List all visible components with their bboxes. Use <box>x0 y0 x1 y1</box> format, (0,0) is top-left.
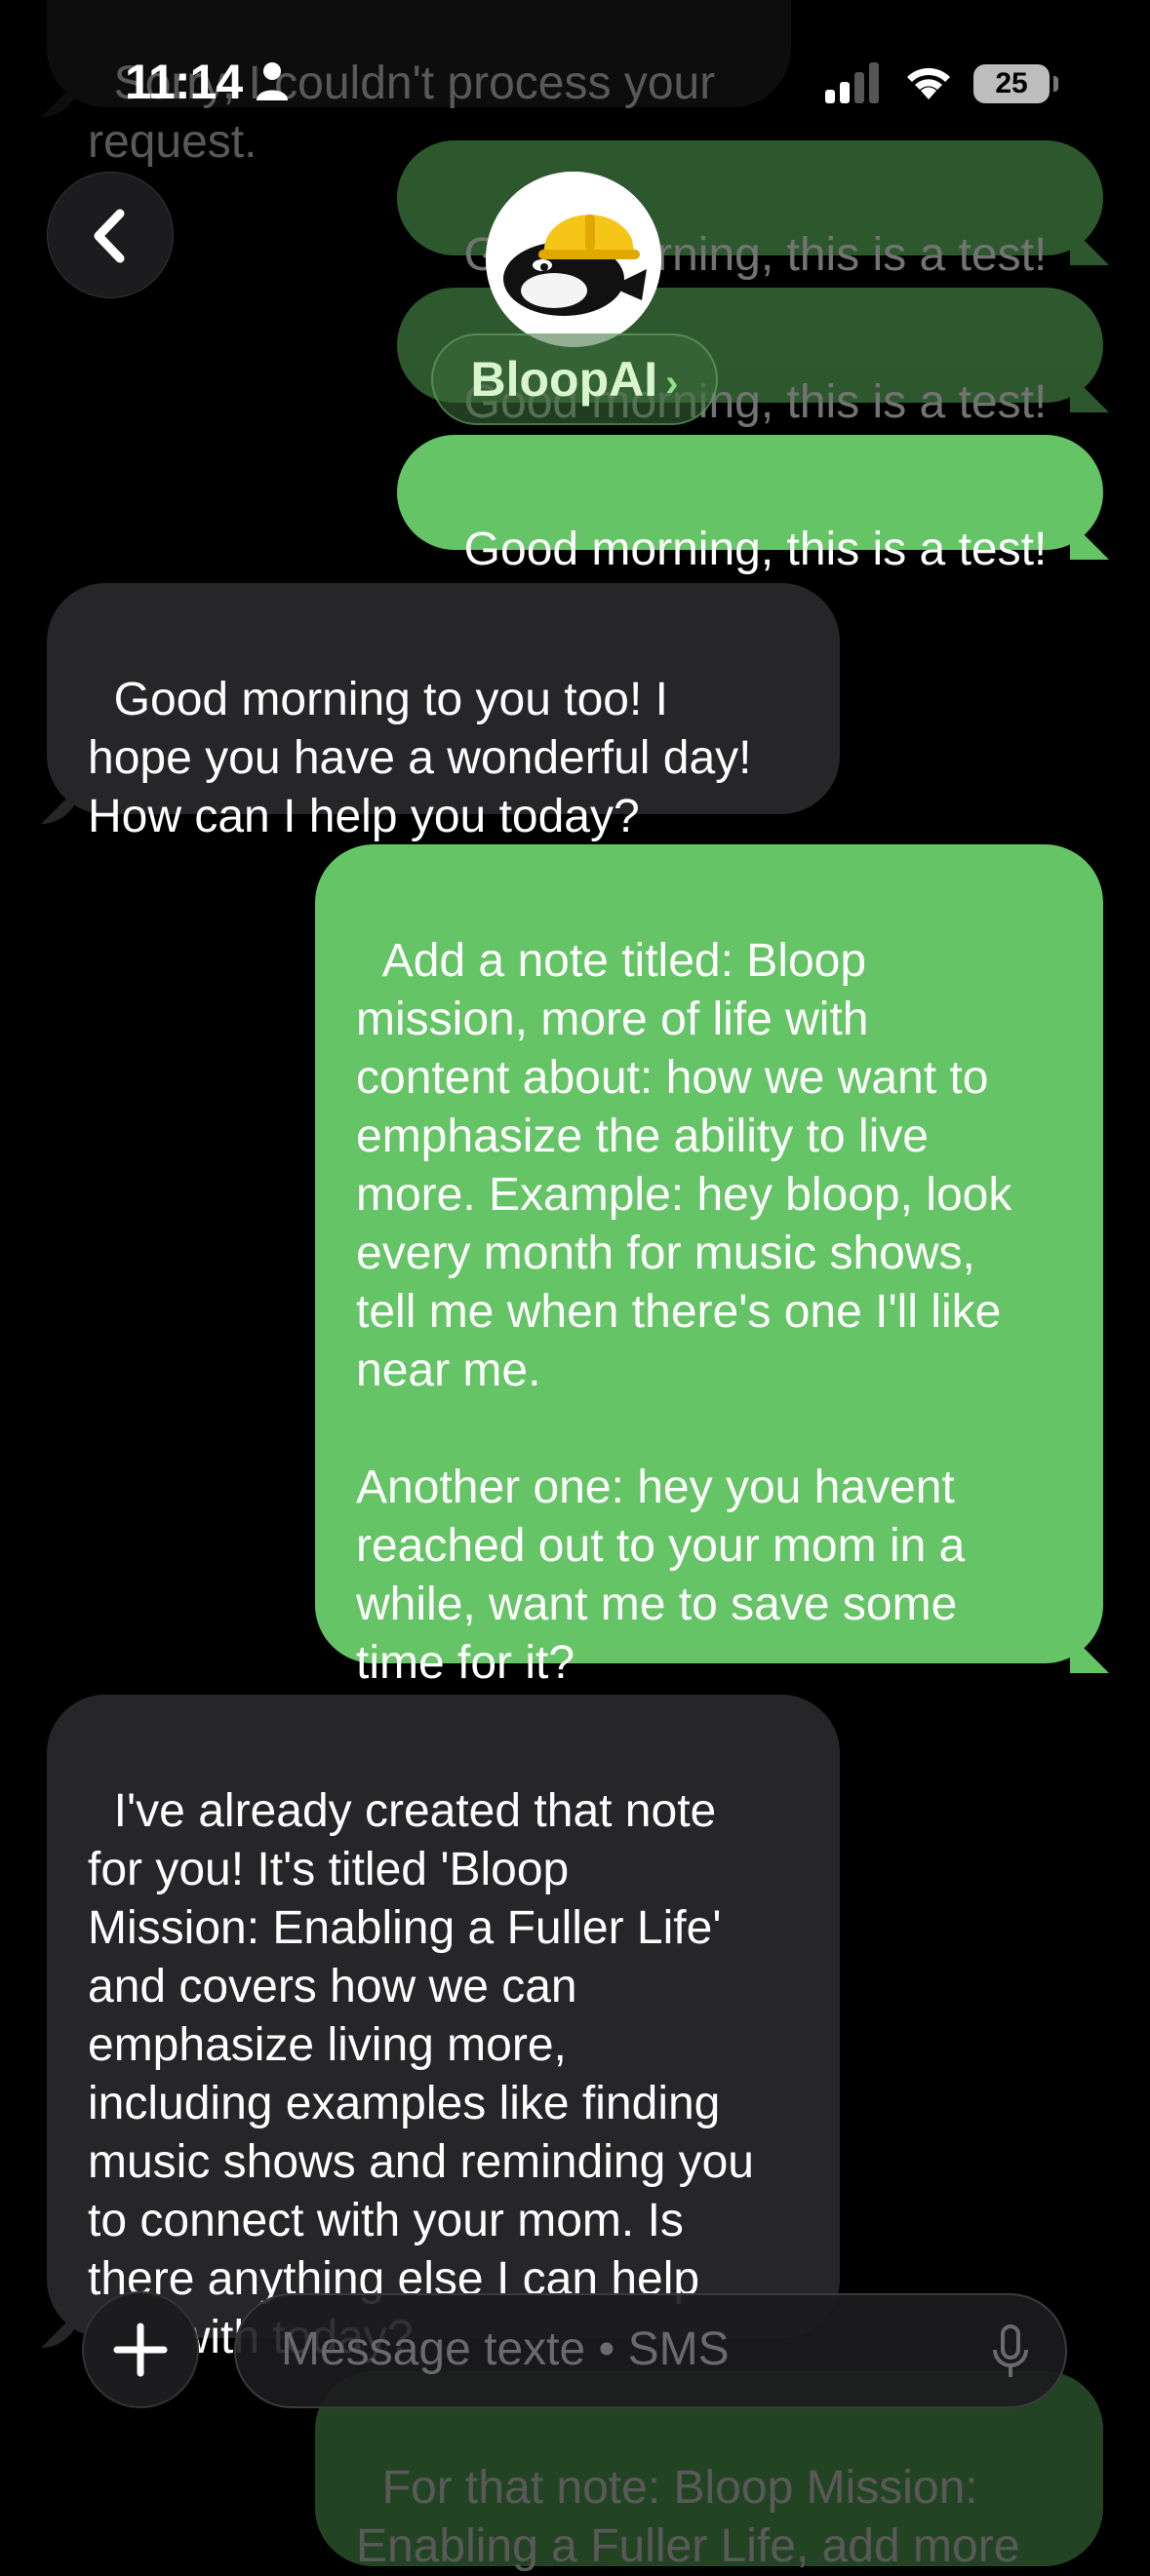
message-text: Good morning, this is a test! <box>463 524 1048 575</box>
back-button[interactable] <box>47 172 174 298</box>
message-text: I've already created that note for you! … <box>88 1785 754 2363</box>
message-bubble-incoming[interactable]: Good morning to you too! I hope you have… <box>47 583 840 842</box>
message-bubble-outgoing[interactable]: Add a note titled: Bloop mission, more o… <box>315 844 1103 1689</box>
microphone-icon[interactable] <box>991 2322 1030 2381</box>
battery-nub <box>1053 76 1058 92</box>
message-text: Good morning to you too! I hope you have… <box>88 674 752 842</box>
message-bubble-outgoing[interactable]: Good morning, this is a test! <box>397 435 1103 575</box>
orca-hardhat-avatar-icon <box>486 172 661 347</box>
message-text: Add a note titled: Bloop mission, more o… <box>356 935 1012 1689</box>
chevron-left-icon <box>94 209 125 263</box>
status-time: 11:14 <box>125 55 243 109</box>
message-input[interactable]: Message texte • SMS <box>234 2293 1067 2408</box>
chevron-right-icon: › <box>665 362 679 405</box>
wifi-icon <box>907 67 950 99</box>
battery-indicator: 25 <box>973 64 1050 103</box>
message-input-placeholder: Message texte • SMS <box>281 2323 730 2375</box>
cellular-signal-icon <box>825 62 879 103</box>
message-text: For that note: Bloop Mission: Enabling a… <box>356 2462 1020 2572</box>
plus-icon <box>113 2322 168 2377</box>
add-attachment-button[interactable] <box>82 2291 199 2408</box>
contact-name: BloopAI <box>470 352 658 407</box>
contact-avatar[interactable] <box>486 172 661 347</box>
contact-name-button[interactable]: BloopAI › <box>431 333 718 425</box>
person-icon <box>257 62 288 100</box>
message-bubble-incoming[interactable]: I've already created that note for you! … <box>47 1695 840 2363</box>
